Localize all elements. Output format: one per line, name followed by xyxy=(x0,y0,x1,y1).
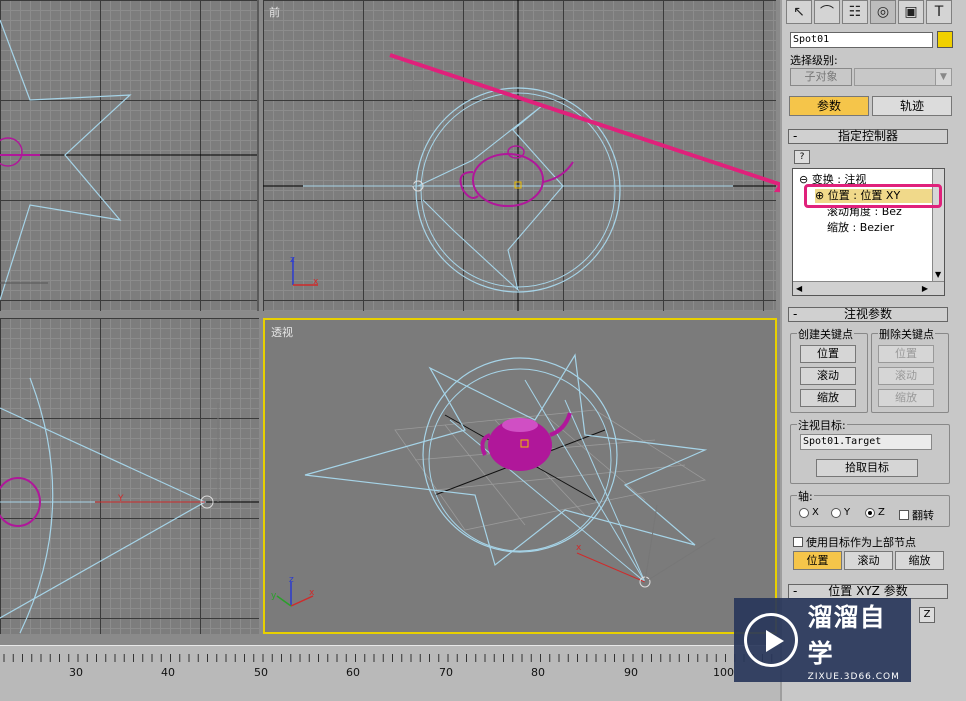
lookat-target-field[interactable]: Spot01.Target xyxy=(800,434,932,450)
timeline-tick-label: 40 xyxy=(161,666,175,679)
tree-item-scale[interactable]: 缩放 : Bezier xyxy=(827,221,894,235)
viewport-left-bottom[interactable]: Y xyxy=(0,318,259,634)
motion-icon[interactable]: ◎ xyxy=(870,0,896,24)
watermark-main: 溜溜自学 xyxy=(807,603,886,668)
subobject-dropdown[interactable]: ▼ xyxy=(854,68,952,86)
chevron-down-icon: ▼ xyxy=(935,69,951,85)
perspective-scene: x z x y xyxy=(271,353,716,607)
modify-icon[interactable]: ⌒ xyxy=(814,0,840,24)
left-top-scene xyxy=(0,19,257,301)
delete-position-key-button[interactable]: 位置 xyxy=(878,345,934,363)
persp-axis-x-gizmo: x xyxy=(309,588,315,598)
timeline-tick-label: 70 xyxy=(439,666,453,679)
timeline-tick-label: 60 xyxy=(346,666,360,679)
z-axis-button[interactable]: Z xyxy=(919,607,935,623)
create-roll-key-button[interactable]: 滚动 xyxy=(800,367,856,385)
front-scene: z x xyxy=(263,0,776,311)
position-xyz-rollout[interactable]: - 位置 XYZ 参数 xyxy=(788,584,948,599)
axis-z-radio[interactable]: Z xyxy=(865,507,885,518)
create-position-key-button[interactable]: 位置 xyxy=(800,345,856,363)
watermark: 溜溜自学 ZIXUE.3D66.COM xyxy=(734,598,911,682)
scroll-left-icon: ◀ xyxy=(796,284,803,293)
flip-checkbox[interactable]: 翻转 xyxy=(899,507,934,523)
timeline-ticks xyxy=(3,654,773,662)
trajectories-button[interactable]: 轨迹 xyxy=(872,96,952,116)
checkbox-icon xyxy=(899,510,909,520)
subobject-button[interactable]: 子对象 xyxy=(790,68,852,86)
create-scale-key-button[interactable]: 缩放 xyxy=(800,389,856,407)
position-xyz-title: 位置 XYZ 参数 xyxy=(828,584,908,598)
axis-x-radio[interactable]: X xyxy=(799,507,819,518)
tab-position[interactable]: 位置 xyxy=(793,551,842,570)
left-bottom-scene: Y xyxy=(0,377,259,634)
persp-axis-x: x xyxy=(576,543,582,553)
collapse-icon: - xyxy=(793,129,798,143)
time-slider-track[interactable]: 30 40 50 60 70 80 90 100 xyxy=(0,645,780,701)
object-color-swatch[interactable] xyxy=(937,31,953,48)
selection-level-label: 选择级别: xyxy=(790,54,838,67)
tab-scale[interactable]: 缩放 xyxy=(895,551,944,570)
axis-y-radio[interactable]: Y xyxy=(831,507,850,518)
viewport-left-top[interactable] xyxy=(0,0,259,311)
parameters-button[interactable]: 参数 xyxy=(789,96,869,116)
pick-target-button[interactable]: 拾取目标 xyxy=(816,459,918,477)
play-logo-icon xyxy=(744,613,798,667)
left-axis-y: Y xyxy=(117,494,124,504)
max-workspace: 前 z x Y 透视 x z x y 30 40 50 60 70 80 90 … xyxy=(0,0,966,701)
create-icon[interactable]: ↖ xyxy=(786,0,812,24)
timeline-tick-label: 80 xyxy=(531,666,545,679)
flip-label: 翻转 xyxy=(912,509,934,522)
viewport-perspective[interactable]: 透视 x z x y xyxy=(263,318,777,634)
assign-controller-rollout[interactable]: - 指定控制器 xyxy=(788,129,948,144)
axis-label: 轴: xyxy=(797,488,814,504)
annotation-highlight xyxy=(804,184,942,208)
timeline-tick-label: 100 xyxy=(713,666,734,679)
object-name-field[interactable]: Spot01 xyxy=(790,32,933,48)
front-axis-x: x xyxy=(313,277,319,287)
command-panel: ↖ ⌒ ☷ ◎ ▣ T Spot01 选择级别: 子对象 ▼ 参数 轨迹 - 指… xyxy=(780,0,966,701)
axis-z-label: Z xyxy=(878,507,885,518)
use-target-parent-label: 使用目标作为上部节点 xyxy=(806,536,916,549)
radio-selected-icon xyxy=(865,507,875,518)
tree-horizontal-scrollbar[interactable]: ◀ ▶ xyxy=(793,281,944,295)
create-key-label: 创建关键点 xyxy=(797,326,854,342)
watermark-sub: ZIXUE.3D66.COM xyxy=(807,672,900,682)
collapse-icon: - xyxy=(793,307,798,321)
front-axis-z: z xyxy=(290,255,295,265)
scroll-right-icon: ▶ xyxy=(921,284,928,293)
lookat-params-title: 注视参数 xyxy=(843,307,892,321)
timeline-tick-label: 30 xyxy=(69,666,83,679)
lookat-target-label: 注视目标: xyxy=(797,417,847,433)
persp-axis-z: z xyxy=(289,575,294,585)
persp-axis-y: y xyxy=(271,591,277,601)
axis-y-label: Y xyxy=(844,507,851,518)
assign-controller-button[interactable]: ? xyxy=(794,150,810,164)
viewport-front[interactable]: 前 z x xyxy=(263,0,776,311)
checkbox-icon xyxy=(793,537,803,547)
hierarchy-icon[interactable]: ☷ xyxy=(842,0,868,24)
watermark-text: 溜溜自学 ZIXUE.3D66.COM xyxy=(808,598,911,682)
collapse-icon: - xyxy=(793,584,798,598)
radio-icon xyxy=(831,507,841,518)
tab-roll[interactable]: 滚动 xyxy=(844,551,893,570)
timeline-tick-label: 90 xyxy=(624,666,638,679)
assign-controller-title: 指定控制器 xyxy=(837,129,898,143)
lookat-params-rollout[interactable]: - 注视参数 xyxy=(788,307,948,322)
display-icon[interactable]: ▣ xyxy=(898,0,924,24)
timeline-tick-label: 50 xyxy=(254,666,268,679)
axis-x-label: X xyxy=(812,507,819,518)
tree-label-scale: 缩放 : Bezier xyxy=(827,221,895,234)
utilities-icon[interactable]: T xyxy=(926,0,952,24)
delete-roll-key-button[interactable]: 滚动 xyxy=(878,367,934,385)
delete-key-label: 删除关键点 xyxy=(878,326,935,342)
use-target-parent-checkbox[interactable]: 使用目标作为上部节点 xyxy=(793,534,916,550)
delete-scale-key-button[interactable]: 缩放 xyxy=(878,389,934,407)
command-panel-tabs: ↖ ⌒ ☷ ◎ ▣ T xyxy=(786,0,952,26)
scroll-down-icon: ▼ xyxy=(935,270,942,279)
radio-icon xyxy=(799,507,809,518)
